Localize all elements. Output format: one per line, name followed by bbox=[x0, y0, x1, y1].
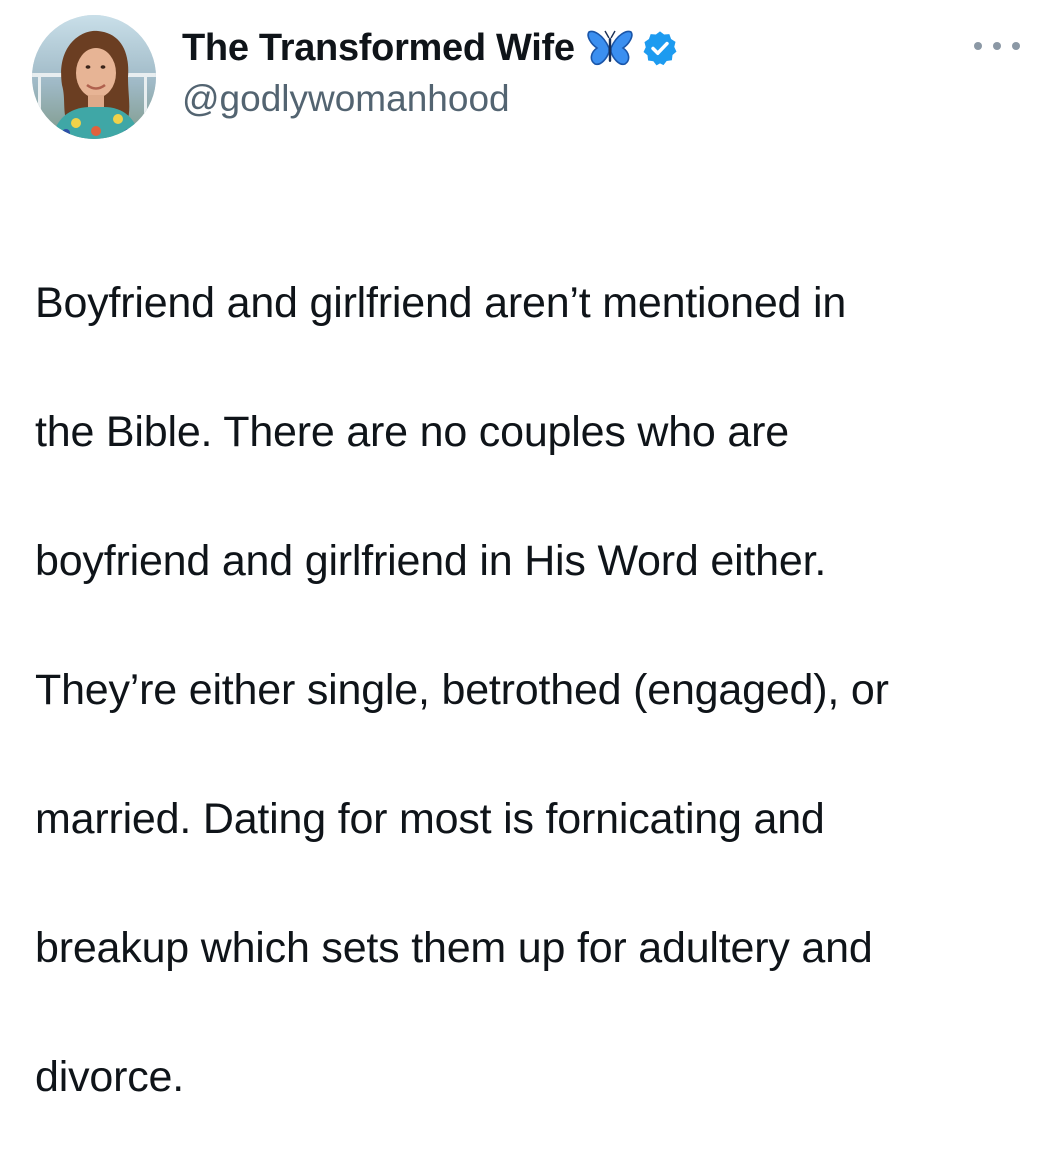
name-row: The Transformed Wife bbox=[182, 20, 679, 76]
tweet-header: The Transformed Wife @godlywomanhood bbox=[182, 20, 679, 120]
tweet-text: Boyfriend and girlfriend aren’t mentione… bbox=[35, 206, 1025, 1174]
tweet-text-line: divorce. bbox=[35, 1052, 184, 1101]
tweet-text-line: boyfriend and girlfriend in His Word eit… bbox=[35, 536, 827, 585]
butterfly-icon bbox=[587, 28, 633, 68]
display-name[interactable]: The Transformed Wife bbox=[182, 27, 575, 70]
more-horizontal-icon-dot bbox=[1012, 42, 1020, 50]
tweet-text-line: They’re either single, betrothed (engage… bbox=[35, 665, 889, 714]
avatar-photo bbox=[32, 15, 156, 139]
more-horizontal-icon-dot bbox=[993, 42, 1001, 50]
avatar[interactable] bbox=[32, 15, 156, 139]
tweet-text-line: the Bible. There are no couples who are bbox=[35, 407, 789, 456]
more-horizontal-icon bbox=[974, 42, 982, 50]
more-options-button[interactable] bbox=[974, 34, 1020, 58]
user-handle[interactable]: @godlywomanhood bbox=[182, 78, 679, 120]
verified-badge-icon bbox=[641, 29, 679, 67]
tweet-card: The Transformed Wife @godlywomanhood Boy… bbox=[0, 0, 1049, 1101]
tweet-text-line: married. Dating for most is fornicating … bbox=[35, 794, 825, 843]
tweet-text-line: breakup which sets them up for adultery … bbox=[35, 923, 873, 972]
tweet-text-line: Boyfriend and girlfriend aren’t mentione… bbox=[35, 278, 847, 327]
